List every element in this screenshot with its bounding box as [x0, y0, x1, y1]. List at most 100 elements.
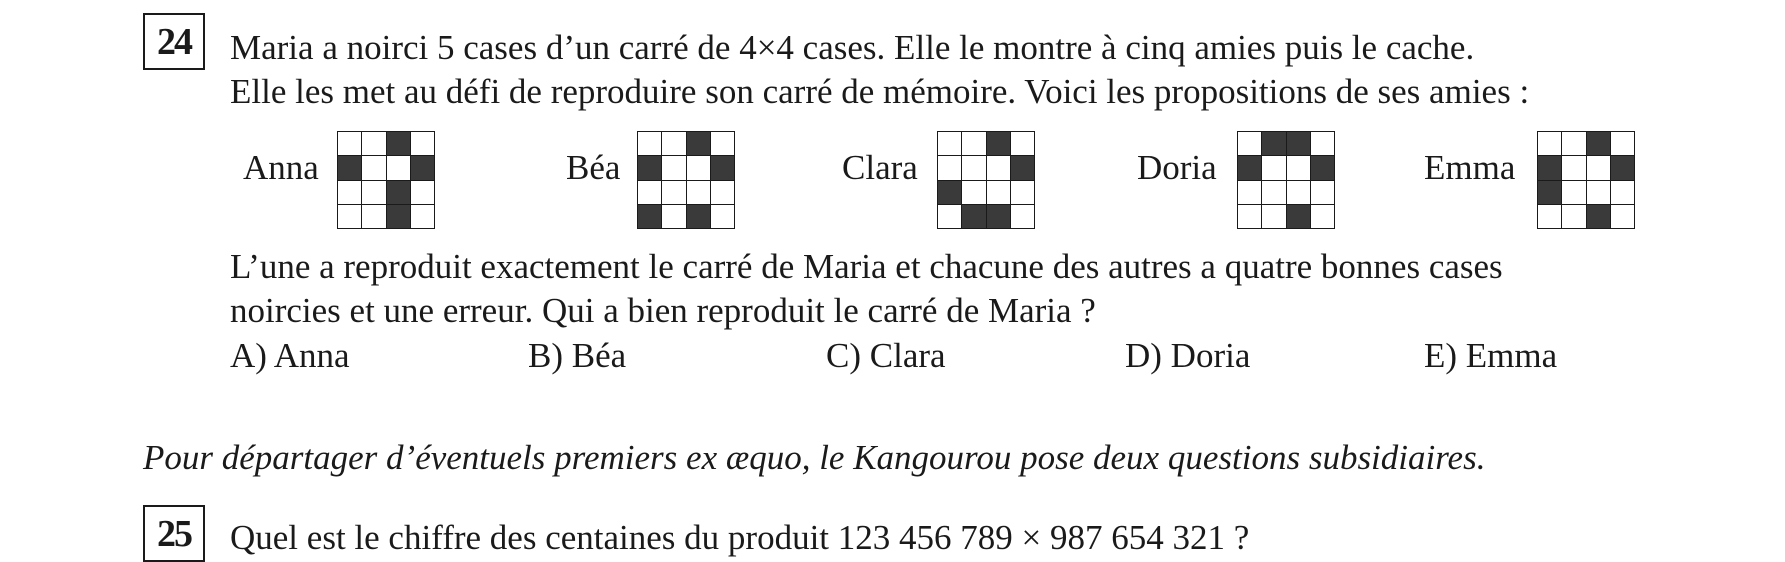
- grid-cell-r3-c3: [1310, 204, 1335, 229]
- grid-cell-r1-c1: [362, 156, 387, 181]
- grid-cell-r1-c2: [386, 156, 411, 181]
- grid-cell-r1-c0: [638, 156, 663, 181]
- grid-cell-r3-c2: [686, 204, 711, 229]
- grid-cell-r0-c1: [962, 132, 987, 157]
- grid-cell-r1-c2: [1286, 156, 1311, 181]
- grid-cell-r1-c0: [338, 156, 363, 181]
- grid-cell-r2-c0: [938, 180, 963, 205]
- proposal-grid-doria: [1237, 131, 1335, 229]
- answer-e[interactable]: E) Emma: [1424, 338, 1557, 373]
- proposal-name-doria: Doria: [1137, 148, 1217, 187]
- grid-cell-r0-c0: [638, 132, 663, 157]
- grid-cell-r3-c1: [1262, 204, 1287, 229]
- grid-cell-r3-c0: [338, 204, 363, 229]
- grid-cell-r0-c0: [1238, 132, 1263, 157]
- grid-cell-r1-c1: [1562, 156, 1587, 181]
- grid-cell-r3-c3: [1610, 204, 1635, 229]
- grid-cell-r1-c2: [686, 156, 711, 181]
- answer-b[interactable]: B) Béa: [528, 338, 626, 373]
- grid-cell-r0-c0: [338, 132, 363, 157]
- answer-a[interactable]: A) Anna: [230, 338, 350, 373]
- grid-cell-r1-c3: [1310, 156, 1335, 181]
- question-number-24: 24: [143, 13, 205, 70]
- grid-cell-r2-c3: [1310, 180, 1335, 205]
- q24-line-2: Elle les met au défi de reproduire son c…: [230, 72, 1530, 111]
- grid-cell-r1-c2: [986, 156, 1011, 181]
- grid-cell-r1-c1: [662, 156, 687, 181]
- proposal-name-clara: Clara: [842, 148, 918, 187]
- q24-line-4: noircies et une erreur. Qui a bien repro…: [230, 291, 1096, 330]
- subsidiary-intro: Pour départager d’éventuels premiers ex …: [143, 438, 1486, 477]
- proposal-grid-emma: [1537, 131, 1635, 229]
- grid-cell-r0-c1: [362, 132, 387, 157]
- grid-cell-r1-c0: [1238, 156, 1263, 181]
- grid-cell-r3-c3: [1010, 204, 1035, 229]
- grid-cell-r3-c2: [386, 204, 411, 229]
- grid-cell-r2-c2: [386, 180, 411, 205]
- grid-cell-r0-c2: [686, 132, 711, 157]
- grid-cell-r0-c0: [1538, 132, 1563, 157]
- grid-cell-r0-c2: [986, 132, 1011, 157]
- grid-cell-r0-c3: [410, 132, 435, 157]
- grid-cell-r0-c3: [1610, 132, 1635, 157]
- answer-c[interactable]: C) Clara: [826, 338, 946, 373]
- grid-cell-r3-c1: [1562, 204, 1587, 229]
- grid-cell-r3-c1: [362, 204, 387, 229]
- grid-cell-r1-c3: [1610, 156, 1635, 181]
- grid-cell-r2-c3: [710, 180, 735, 205]
- grid-cell-r2-c0: [1238, 180, 1263, 205]
- q24-line-3: L’une a reproduit exactement le carré de…: [230, 247, 1503, 286]
- grid-cell-r0-c2: [1586, 132, 1611, 157]
- grid-cell-r2-c1: [1562, 180, 1587, 205]
- grid-cell-r2-c0: [638, 180, 663, 205]
- grid-cell-r1-c1: [1262, 156, 1287, 181]
- grid-cell-r0-c2: [386, 132, 411, 157]
- grid-cell-r3-c0: [638, 204, 663, 229]
- q24-line-1: Maria a noirci 5 cases d’un carré de 4×4…: [230, 28, 1475, 67]
- grid-cell-r1-c3: [1010, 156, 1035, 181]
- grid-cell-r0-c2: [1286, 132, 1311, 157]
- grid-cell-r3-c0: [938, 204, 963, 229]
- q25-text: Quel est le chiffre des centaines du pro…: [230, 518, 1250, 557]
- proposal-grid-clara: [937, 131, 1035, 229]
- grid-cell-r0-c1: [1562, 132, 1587, 157]
- grid-cell-r1-c0: [938, 156, 963, 181]
- grid-cell-r3-c3: [710, 204, 735, 229]
- proposal-name-emma: Emma: [1424, 148, 1516, 187]
- grid-cell-r2-c0: [1538, 180, 1563, 205]
- grid-cell-r3-c2: [1286, 204, 1311, 229]
- grid-cell-r0-c0: [938, 132, 963, 157]
- grid-cell-r2-c2: [686, 180, 711, 205]
- grid-cell-r2-c1: [362, 180, 387, 205]
- grid-cell-r1-c3: [710, 156, 735, 181]
- answer-d[interactable]: D) Doria: [1125, 338, 1250, 373]
- grid-cell-r3-c3: [410, 204, 435, 229]
- grid-cell-r2-c2: [1586, 180, 1611, 205]
- grid-cell-r2-c3: [410, 180, 435, 205]
- grid-cell-r2-c1: [962, 180, 987, 205]
- grid-cell-r0-c3: [1310, 132, 1335, 157]
- grid-cell-r3-c0: [1238, 204, 1263, 229]
- grid-cell-r0-c3: [1010, 132, 1035, 157]
- question-number-25: 25: [143, 505, 205, 562]
- grid-cell-r3-c1: [662, 204, 687, 229]
- grid-cell-r1-c1: [962, 156, 987, 181]
- grid-cell-r0-c3: [710, 132, 735, 157]
- proposal-name-bea: Béa: [566, 148, 621, 187]
- grid-cell-r0-c1: [1262, 132, 1287, 157]
- grid-cell-r3-c1: [962, 204, 987, 229]
- grid-cell-r2-c1: [1262, 180, 1287, 205]
- grid-cell-r2-c2: [1286, 180, 1311, 205]
- grid-cell-r2-c1: [662, 180, 687, 205]
- grid-cell-r2-c3: [1010, 180, 1035, 205]
- grid-cell-r1-c3: [410, 156, 435, 181]
- grid-cell-r1-c0: [1538, 156, 1563, 181]
- proposal-name-anna: Anna: [243, 148, 319, 187]
- grid-cell-r2-c0: [338, 180, 363, 205]
- proposal-grid-anna: [337, 131, 435, 229]
- grid-cell-r3-c2: [1586, 204, 1611, 229]
- proposal-grid-bea: [637, 131, 735, 229]
- grid-cell-r3-c0: [1538, 204, 1563, 229]
- grid-cell-r3-c2: [986, 204, 1011, 229]
- grid-cell-r2-c2: [986, 180, 1011, 205]
